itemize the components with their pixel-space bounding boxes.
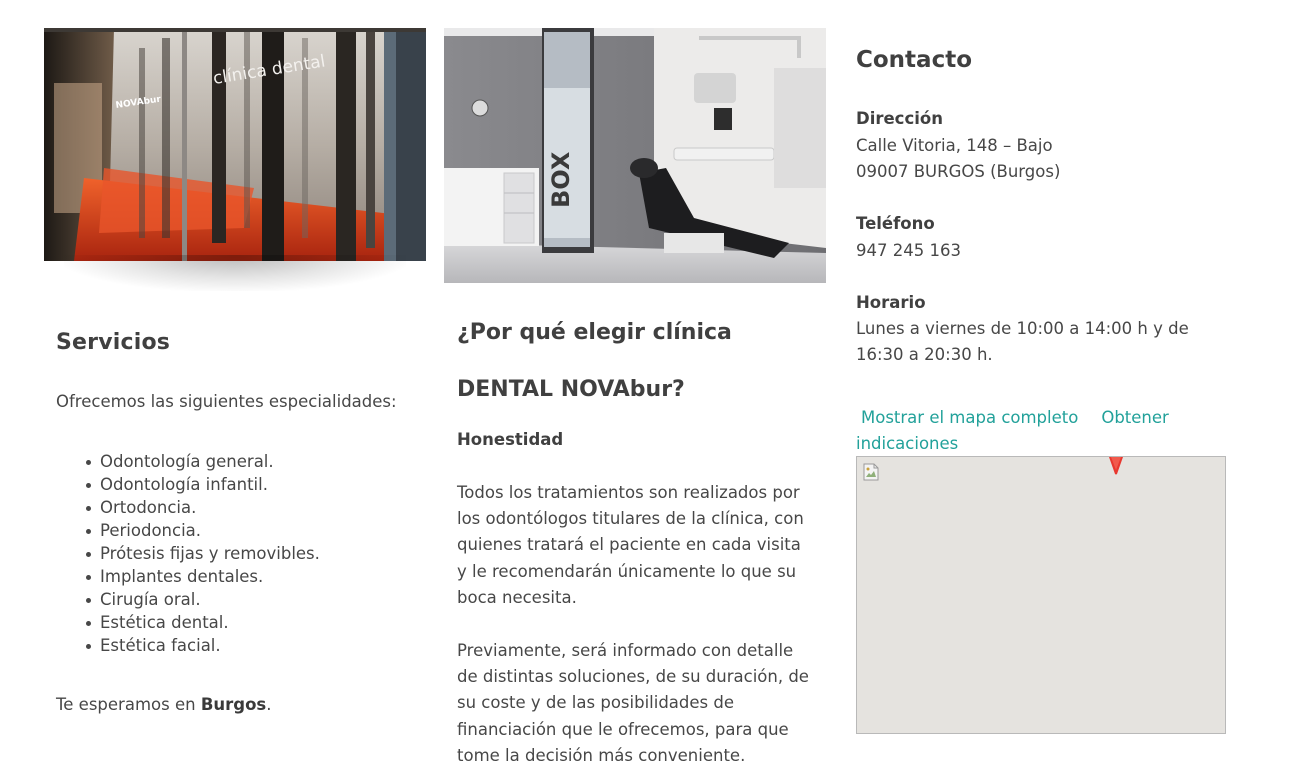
list-item: Implantes dentales. xyxy=(86,565,320,588)
services-intro: Ofrecemos las siguientes especialidades: xyxy=(56,392,397,411)
services-list: Odontología general. Odontología infanti… xyxy=(56,450,320,657)
list-item: Estética facial. xyxy=(86,634,320,657)
address-value: Calle Vitoria, 148 – Bajo 09007 BURGOS (… xyxy=(856,133,1216,185)
closing-text: Te esperamos en Burgos. xyxy=(56,695,272,714)
treatment-box-photo: BOX xyxy=(444,28,826,283)
map-marker-icon[interactable] xyxy=(1109,457,1123,475)
map-links: Mostrar el mapa completo Obtener indicaci… xyxy=(856,405,1226,457)
map-embed[interactable] xyxy=(856,456,1226,734)
broken-image-icon xyxy=(863,463,879,481)
address-label: Dirección xyxy=(856,109,943,128)
address-line: Calle Vitoria, 148 – Bajo xyxy=(856,136,1053,155)
clinic-facade-photo: clínica dental NOVAbur xyxy=(44,28,426,261)
list-item: Odontología general. xyxy=(86,450,320,473)
list-item: Prótesis fijas y removibles. xyxy=(86,544,320,563)
list-item: Odontología infantil. xyxy=(86,473,320,496)
services-title: Servicios xyxy=(56,330,171,355)
show-full-map-link[interactable]: Mostrar el mapa completo xyxy=(861,408,1078,427)
phone-label: Teléfono xyxy=(856,214,935,233)
honesty-title: Honestidad xyxy=(457,430,564,449)
why-title: ¿Por qué elegir clínica DENTAL NOVAbur? xyxy=(457,320,732,402)
phone-value: 947 245 163 xyxy=(856,241,961,260)
box-sign-text: BOX xyxy=(547,151,575,208)
address-line: 09007 BURGOS (Burgos) xyxy=(856,162,1061,182)
photo-shadow xyxy=(64,255,406,291)
list-item: Estética dental. xyxy=(86,611,320,634)
list-item: Cirugía oral. xyxy=(86,588,320,611)
list-item: Periodoncia. xyxy=(86,519,320,542)
hours-value: Lunes a viernes de 10:00 a 14:00 h y de … xyxy=(856,319,1189,365)
list-item: Ortodoncia. xyxy=(86,496,320,519)
closing-suffix: . xyxy=(266,695,272,714)
paragraph-information: Previamente, será informado con detalle … xyxy=(457,641,809,765)
contact-title: Contacto xyxy=(856,47,972,73)
closing-city: Burgos xyxy=(200,695,267,714)
hours-label: Horario xyxy=(856,293,926,312)
paragraph-treatments: Todos los tratamientos son realizados po… xyxy=(457,483,804,607)
closing-prefix: Te esperamos en xyxy=(56,695,201,714)
